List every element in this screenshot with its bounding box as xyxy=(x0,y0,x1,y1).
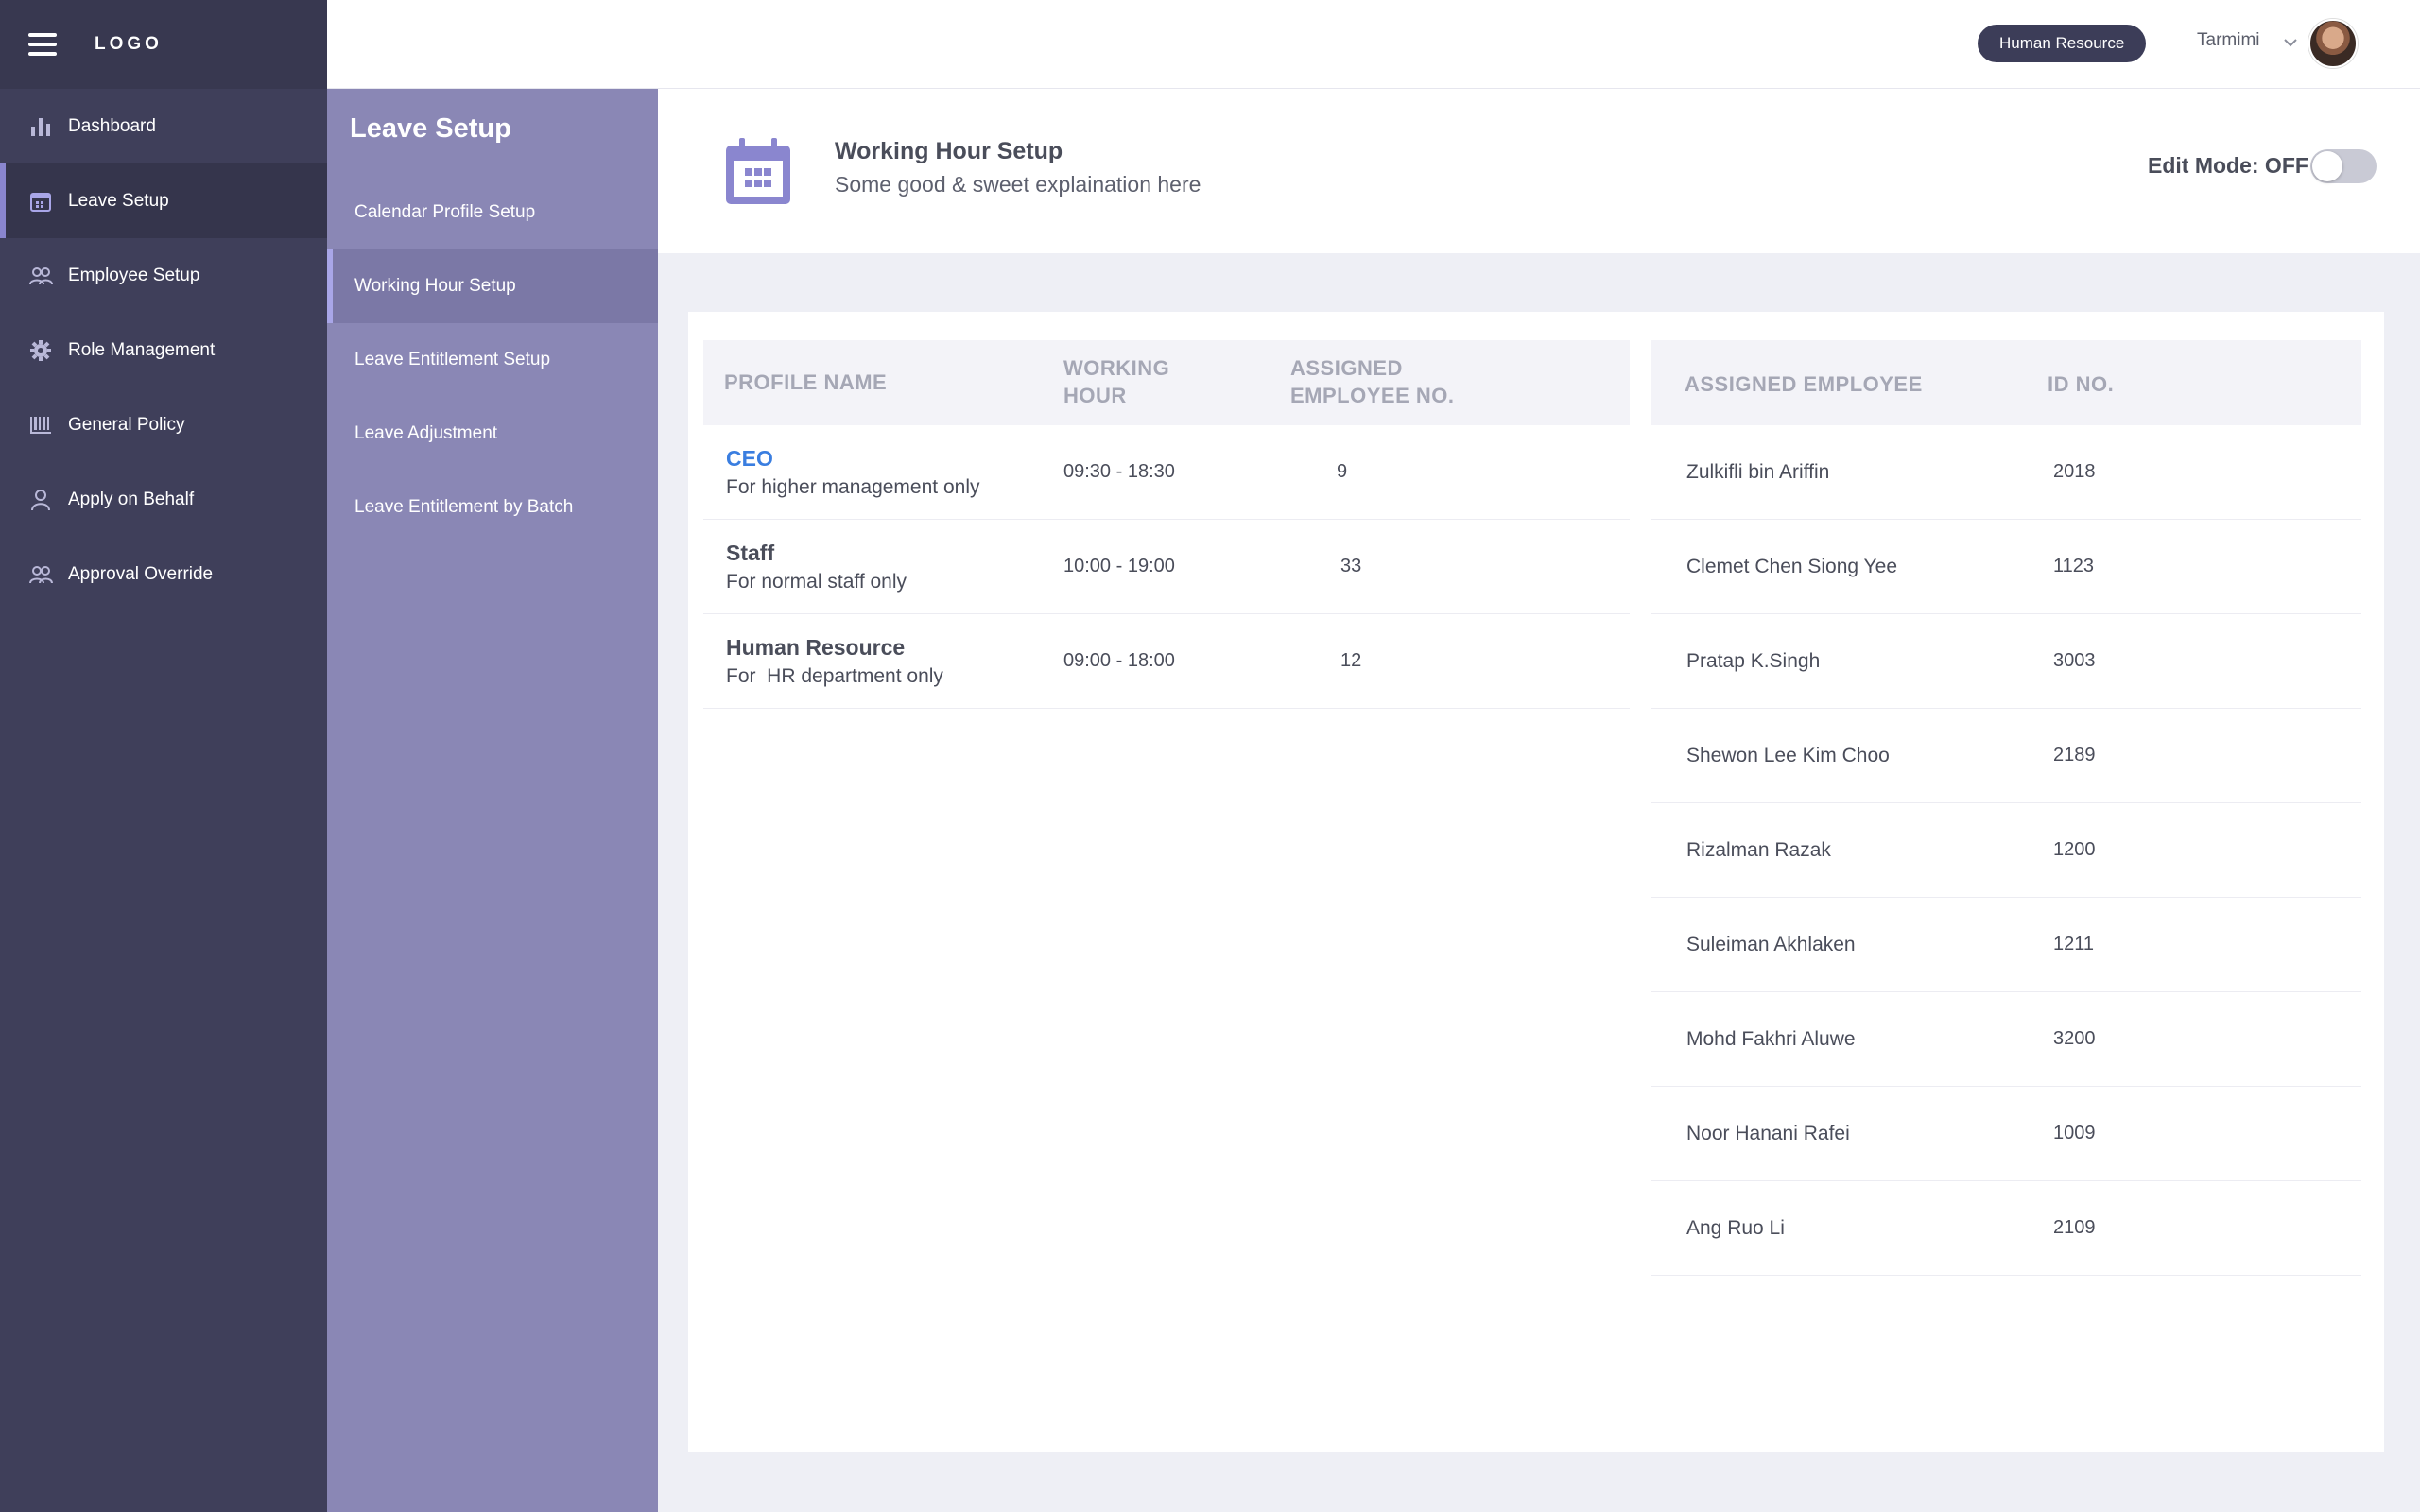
assigned-count: 9 xyxy=(1337,461,1348,482)
employee-name: Suleiman Akhlaken xyxy=(1686,934,1856,955)
page-subtitle: Some good & sweet explaination here xyxy=(835,172,1201,197)
profiles-table: PROFILE NAME WORKING HOUR ASSIGNED EMPLO… xyxy=(703,340,1630,709)
sidebar-item-label: Leave Setup xyxy=(68,190,169,211)
hamburger-menu-icon[interactable] xyxy=(28,33,57,56)
page-title: Working Hour Setup xyxy=(835,138,1063,164)
sidebar-item-label: General Policy xyxy=(68,414,185,435)
calendar-icon xyxy=(28,189,53,214)
top-bar: Human Resource Tarmimi xyxy=(327,0,2420,89)
employee-name: Shewon Lee Kim Choo xyxy=(1686,745,1890,766)
edit-mode-label: Edit Mode: OFF xyxy=(2148,153,2308,178)
chevron-down-icon[interactable] xyxy=(2280,32,2301,53)
submenu-title: Leave Setup xyxy=(350,113,511,144)
working-hour: 10:00 - 19:00 xyxy=(1063,556,1175,576)
employee-id: 1200 xyxy=(2053,839,2096,860)
barcode-icon xyxy=(28,413,53,438)
submenu-item-leave-entitlement-setup[interactable]: Leave Entitlement Setup xyxy=(327,323,658,397)
submenu-item-leave-entitlement-by-batch[interactable]: Leave Entitlement by Batch xyxy=(327,471,658,544)
table-header: ASSIGNED EMPLOYEE ID NO. xyxy=(1651,340,2361,425)
assigned-count: 12 xyxy=(1340,650,1362,671)
submenu-item-working-hour-setup[interactable]: Working Hour Setup xyxy=(327,249,658,323)
employees-table: ASSIGNED EMPLOYEE ID NO. Zulkifli bin Ar… xyxy=(1651,340,2361,1276)
employee-name: Pratap K.Singh xyxy=(1686,650,1821,672)
working-hour: 09:30 - 18:30 xyxy=(1063,461,1175,482)
employee-name: Mohd Fakhri Aluwe xyxy=(1686,1028,1856,1050)
table-header: PROFILE NAME WORKING HOUR ASSIGNED EMPLO… xyxy=(703,340,1630,425)
sidebar-item-employee-setup[interactable]: Employee Setup xyxy=(0,238,327,313)
table-row[interactable]: Staff For normal staff only 10:00 - 19:0… xyxy=(703,520,1630,614)
profile-name[interactable]: Human Resource xyxy=(726,635,905,661)
sidebar-nav: Dashboard Leave Setup Employee Setup Rol… xyxy=(0,89,327,611)
sidebar-item-label: Apply on Behalf xyxy=(68,489,195,509)
people-icon xyxy=(28,562,53,587)
sidebar-item-label: Role Management xyxy=(68,339,216,360)
sidebar-item-label: Approval Override xyxy=(68,563,214,584)
calendar-icon xyxy=(726,138,790,204)
column-header-assigned-employee-no: ASSIGNED EMPLOYEE NO. xyxy=(1290,356,1455,407)
sidebar-item-approval-override[interactable]: Approval Override xyxy=(0,537,327,611)
table-row: Pratap K.Singh 3003 xyxy=(1651,614,2361,709)
page-header: Working Hour Setup Some good & sweet exp… xyxy=(658,89,2420,253)
profile-description: For HR department only xyxy=(726,665,943,687)
profile-description: For higher management only xyxy=(726,476,980,498)
table-row: Clemet Chen Siong Yee 1123 xyxy=(1651,520,2361,614)
table-row: Noor Hanani Rafei 1009 xyxy=(1651,1087,2361,1181)
employee-id: 3003 xyxy=(2053,650,2096,671)
table-row: Suleiman Akhlaken 1211 xyxy=(1651,898,2361,992)
profile-description: For normal staff only xyxy=(726,571,908,593)
employee-name: Zulkifli bin Ariffin xyxy=(1686,461,1830,483)
table-row[interactable]: Human Resource For HR department only 09… xyxy=(703,614,1630,709)
table-row: Ang Ruo Li 2109 xyxy=(1651,1181,2361,1276)
employee-id: 3200 xyxy=(2053,1028,2096,1049)
person-icon xyxy=(28,488,53,512)
employee-name: Rizalman Razak xyxy=(1686,839,1831,861)
people-icon xyxy=(28,264,53,288)
working-hour: 09:00 - 18:00 xyxy=(1063,650,1175,671)
employee-name: Clemet Chen Siong Yee xyxy=(1686,556,1897,577)
column-header-assigned-employee: ASSIGNED EMPLOYEE xyxy=(1685,372,1923,396)
table-row: Mohd Fakhri Aluwe 3200 xyxy=(1651,992,2361,1087)
table-row: Rizalman Razak 1200 xyxy=(1651,803,2361,898)
column-header-working-hour: WORKING HOUR xyxy=(1063,356,1170,407)
assigned-count: 33 xyxy=(1340,556,1362,576)
employee-name: Ang Ruo Li xyxy=(1686,1217,1785,1239)
sidebar-item-leave-setup[interactable]: Leave Setup xyxy=(0,163,327,238)
employee-id: 1123 xyxy=(2053,556,2095,576)
sidebar-item-label: Employee Setup xyxy=(68,265,200,285)
username[interactable]: Tarmimi xyxy=(2197,30,2260,51)
gear-icon xyxy=(28,338,53,363)
column-header-profile-name: PROFILE NAME xyxy=(724,370,888,394)
sidebar: LOGO Dashboard Leave Setup Employee Setu… xyxy=(0,0,327,1512)
column-header-id-no: ID NO. xyxy=(2048,372,2115,396)
bar-chart-icon xyxy=(28,114,53,139)
sidebar-item-label: Dashboard xyxy=(68,115,156,136)
sidebar-item-role-management[interactable]: Role Management xyxy=(0,313,327,387)
employee-id: 2018 xyxy=(2053,461,2096,482)
table-row: Zulkifli bin Ariffin 2018 xyxy=(1651,425,2361,520)
submenu-panel: Leave Setup Calendar Profile Setup Worki… xyxy=(327,89,658,1512)
sidebar-item-apply-on-behalf[interactable]: Apply on Behalf xyxy=(0,462,327,537)
table-row[interactable]: CEO For higher management only 09:30 - 1… xyxy=(703,425,1630,520)
edit-mode-toggle[interactable] xyxy=(2310,149,2377,183)
content-card: PROFILE NAME WORKING HOUR ASSIGNED EMPLO… xyxy=(688,312,2384,1452)
table-row: Shewon Lee Kim Choo 2189 xyxy=(1651,709,2361,803)
employee-id: 1009 xyxy=(2053,1123,2096,1143)
submenu-item-calendar-profile-setup[interactable]: Calendar Profile Setup xyxy=(327,176,658,249)
role-badge[interactable]: Human Resource xyxy=(1978,25,2147,62)
avatar[interactable] xyxy=(2308,19,2358,68)
logo-bar: LOGO xyxy=(0,0,327,89)
employee-id: 2189 xyxy=(2053,745,2096,765)
employee-id: 1211 xyxy=(2053,934,2095,954)
profile-name[interactable]: CEO xyxy=(726,446,773,472)
submenu-item-leave-adjustment[interactable]: Leave Adjustment xyxy=(327,397,658,471)
sidebar-item-dashboard[interactable]: Dashboard xyxy=(0,89,327,163)
employee-name: Noor Hanani Rafei xyxy=(1686,1123,1850,1144)
employee-id: 2109 xyxy=(2053,1217,2096,1238)
sidebar-item-general-policy[interactable]: General Policy xyxy=(0,387,327,462)
toggle-knob xyxy=(2312,151,2342,181)
logo: LOGO xyxy=(95,34,163,54)
profile-name[interactable]: Staff xyxy=(726,541,774,566)
